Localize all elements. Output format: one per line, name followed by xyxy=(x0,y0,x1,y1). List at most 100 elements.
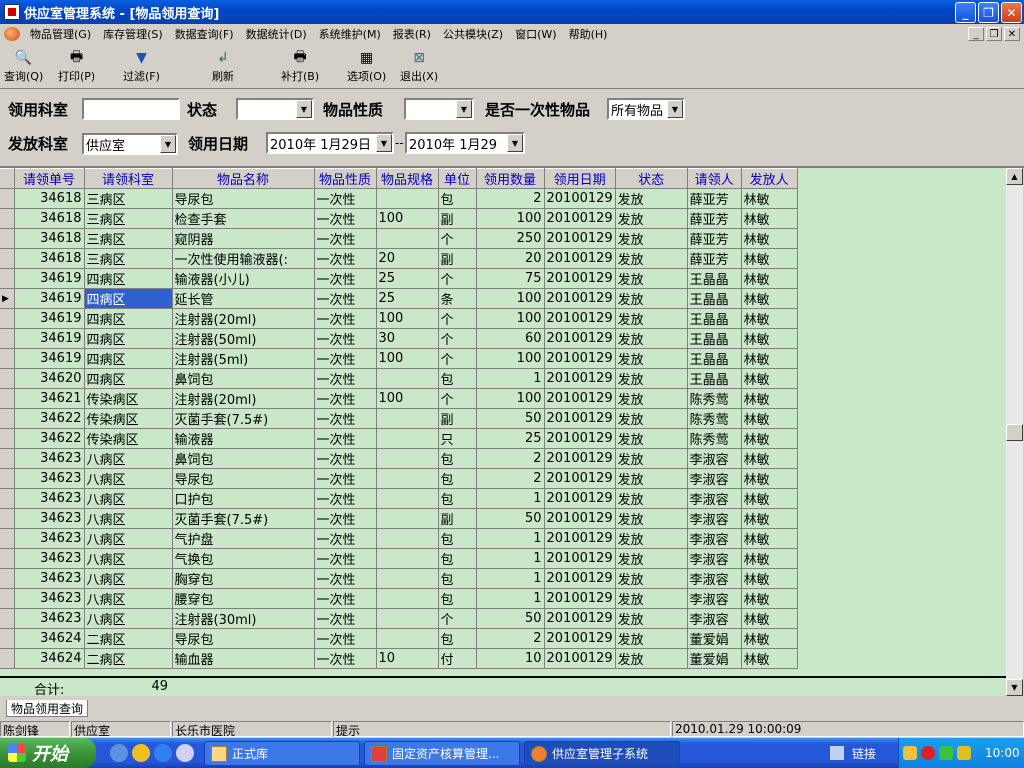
filter-button[interactable]: ▼ 过滤(F) xyxy=(123,50,160,84)
cell-status[interactable]: 发放 xyxy=(615,268,688,289)
cell-requester[interactable]: 陈秀莺 xyxy=(687,408,742,429)
cell-req-dept[interactable]: 传染病区 xyxy=(84,408,173,429)
cell-unit[interactable]: 包 xyxy=(438,568,477,589)
column-header-qty[interactable]: 领用数量 xyxy=(476,168,545,189)
table-row[interactable]: 34623 八病区 灭菌手套(7.5#) 一次性 副 50 20100129 发放 李淑容 林敏 xyxy=(0,508,798,529)
cell-status[interactable]: 发放 xyxy=(615,608,688,629)
cell-qty[interactable]: 50 xyxy=(476,408,545,429)
cell-requester[interactable]: 薛亚芳 xyxy=(687,208,742,229)
chevron-down-icon[interactable]: ▼ xyxy=(376,134,392,152)
cell-order-no[interactable]: 34619 xyxy=(14,288,85,309)
cell-issuer[interactable]: 林敏 xyxy=(741,488,798,509)
cell-date[interactable]: 20100129 xyxy=(544,428,616,449)
row-header[interactable] xyxy=(0,628,15,649)
cell-item-name[interactable]: 输液器(小儿) xyxy=(172,268,315,289)
cell-date[interactable]: 20100129 xyxy=(544,208,616,229)
cell-item-nature[interactable]: 一次性 xyxy=(314,288,377,309)
start-button[interactable]: 开始 xyxy=(0,738,96,768)
cell-order-no[interactable]: 34619 xyxy=(14,328,85,349)
cell-item-spec[interactable] xyxy=(376,188,439,209)
cell-item-spec[interactable]: 100 xyxy=(376,208,439,229)
cell-order-no[interactable]: 34620 xyxy=(14,368,85,389)
menu-item-stats[interactable]: 数据统计(D) xyxy=(240,26,313,42)
cell-status[interactable]: 发放 xyxy=(615,488,688,509)
cell-item-nature[interactable]: 一次性 xyxy=(314,488,377,509)
column-header-item-nature[interactable]: 物品性质 xyxy=(314,168,377,189)
chevron-down-icon[interactable]: ▼ xyxy=(296,100,312,118)
cell-order-no[interactable]: 34623 xyxy=(14,488,85,509)
cell-item-nature[interactable]: 一次性 xyxy=(314,208,377,229)
row-header[interactable] xyxy=(0,428,15,449)
cell-item-spec[interactable]: 20 xyxy=(376,248,439,269)
chevron-down-icon[interactable]: ▼ xyxy=(667,100,683,118)
cell-requester[interactable]: 王晶晶 xyxy=(687,288,742,309)
cell-item-spec[interactable] xyxy=(376,488,439,509)
cell-unit[interactable]: 包 xyxy=(438,588,477,609)
cell-unit[interactable]: 包 xyxy=(438,448,477,469)
row-header[interactable]: ▶ xyxy=(0,288,15,309)
cell-unit[interactable]: 个 xyxy=(438,388,477,409)
cell-requester[interactable]: 陈秀莺 xyxy=(687,428,742,449)
cell-date[interactable]: 20100129 xyxy=(544,368,616,389)
table-row[interactable]: 34623 八病区 胸穿包 一次性 包 1 20100129 发放 李淑容 林敏 xyxy=(0,568,798,589)
cell-order-no[interactable]: 34619 xyxy=(14,308,85,329)
vertical-scrollbar[interactable]: ▲ ▼ xyxy=(1006,168,1023,696)
cell-status[interactable]: 发放 xyxy=(615,208,688,229)
row-header[interactable] xyxy=(0,248,15,269)
cell-status[interactable]: 发放 xyxy=(615,368,688,389)
cell-req-dept[interactable]: 三病区 xyxy=(84,188,173,209)
cell-req-dept[interactable]: 三病区 xyxy=(84,228,173,249)
ql-media-icon[interactable] xyxy=(132,744,150,762)
cell-issuer[interactable]: 林敏 xyxy=(741,388,798,409)
cell-qty[interactable]: 100 xyxy=(476,308,545,329)
cell-item-nature[interactable]: 一次性 xyxy=(314,628,377,649)
date-from-picker[interactable]: 2010年 1月29日 ▼ xyxy=(266,132,394,154)
cell-item-nature[interactable]: 一次性 xyxy=(314,528,377,549)
cell-req-dept[interactable]: 四病区 xyxy=(84,288,173,309)
date-to-picker[interactable]: 2010年 1月29 ▼ xyxy=(405,132,525,154)
cell-order-no[interactable]: 34623 xyxy=(14,468,85,489)
row-header[interactable] xyxy=(0,648,15,669)
cell-qty[interactable]: 1 xyxy=(476,568,545,589)
cell-req-dept[interactable]: 八病区 xyxy=(84,548,173,569)
table-row[interactable]: 34624 二病区 输血器 一次性 10 付 10 20100129 发放 董爱娟 林敏 xyxy=(0,648,798,669)
cell-issuer[interactable]: 林敏 xyxy=(741,448,798,469)
cell-req-dept[interactable]: 二病区 xyxy=(84,648,173,669)
cell-date[interactable]: 20100129 xyxy=(544,608,616,629)
disposable-select[interactable]: 所有物品 ▼ xyxy=(607,98,685,120)
column-header-status[interactable]: 状态 xyxy=(615,168,688,189)
cell-item-spec[interactable]: 100 xyxy=(376,388,439,409)
cell-item-spec[interactable] xyxy=(376,548,439,569)
column-header-requester[interactable]: 请领人 xyxy=(687,168,742,189)
row-header[interactable] xyxy=(0,468,15,489)
cell-status[interactable]: 发放 xyxy=(615,468,688,489)
cell-qty[interactable]: 1 xyxy=(476,368,545,389)
cell-item-spec[interactable] xyxy=(376,588,439,609)
cell-item-spec[interactable] xyxy=(376,408,439,429)
row-header[interactable] xyxy=(0,388,15,409)
cell-req-dept[interactable]: 三病区 xyxy=(84,208,173,229)
cell-req-dept[interactable]: 传染病区 xyxy=(84,428,173,449)
cell-req-dept[interactable]: 四病区 xyxy=(84,328,173,349)
cell-issuer[interactable]: 林敏 xyxy=(741,328,798,349)
cell-item-name[interactable]: 鼻饲包 xyxy=(172,368,315,389)
row-header[interactable] xyxy=(0,588,15,609)
cell-item-name[interactable]: 注射器(50ml) xyxy=(172,328,315,349)
cell-issuer[interactable]: 林敏 xyxy=(741,208,798,229)
reprint-button[interactable]: 🖶 补打(B) xyxy=(281,49,319,84)
cell-unit[interactable]: 个 xyxy=(438,228,477,249)
cell-item-nature[interactable]: 一次性 xyxy=(314,328,377,349)
cell-item-nature[interactable]: 一次性 xyxy=(314,608,377,629)
data-grid[interactable]: 请领单号 请领科室 物品名称 物品性质 物品规格 单位 领用数量 领用日期 状态 请领人 发放人 3… xyxy=(0,168,1006,696)
row-header[interactable] xyxy=(0,608,15,629)
cell-item-spec[interactable] xyxy=(376,528,439,549)
chevron-down-icon[interactable]: ▼ xyxy=(456,100,472,118)
cell-unit[interactable]: 个 xyxy=(438,348,477,369)
cell-requester[interactable]: 李淑容 xyxy=(687,528,742,549)
column-header-date[interactable]: 领用日期 xyxy=(544,168,616,189)
cell-order-no[interactable]: 34624 xyxy=(14,648,85,669)
cell-requester[interactable]: 董爱娟 xyxy=(687,648,742,669)
cell-unit[interactable]: 包 xyxy=(438,468,477,489)
cell-item-nature[interactable]: 一次性 xyxy=(314,468,377,489)
menu-item-query[interactable]: 数据查询(F) xyxy=(169,26,240,42)
